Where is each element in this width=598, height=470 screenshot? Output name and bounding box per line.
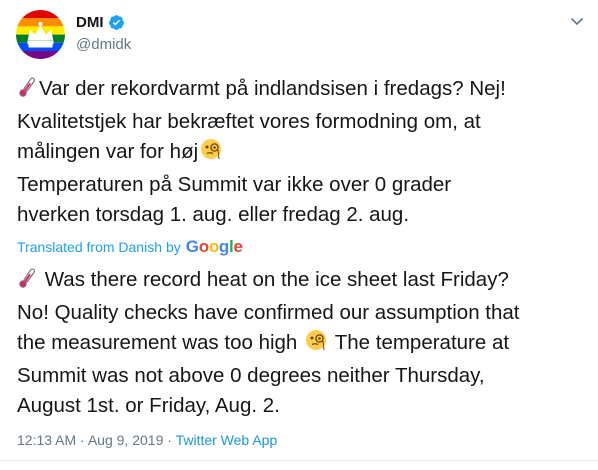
google-letter: e (233, 237, 243, 256)
google-letter: o (208, 237, 219, 256)
handle[interactable]: @dmidk (76, 36, 131, 53)
tweet-line: Summit was not above 0 degrees neither T… (17, 364, 485, 387)
face-with-monocle-emoji (304, 328, 328, 361)
tweet-date[interactable]: Aug 9, 2019 (88, 432, 164, 448)
tweet-line: Var der rekordvarmt på indlandsisen i fr… (17, 74, 587, 107)
google-logo: Google (186, 237, 243, 257)
google-letter: g (218, 237, 229, 256)
tweet-line-text: målingen var for høj (17, 140, 199, 163)
name-row[interactable]: DMI (76, 14, 125, 31)
thermometer-emoji (18, 76, 38, 107)
thermometer-emoji (18, 267, 38, 298)
translated-label[interactable]: Translated from Danish (17, 239, 162, 255)
tweet-line: August 1st. or Friday, Aug. 2. (17, 394, 280, 417)
display-name[interactable]: DMI (76, 14, 104, 31)
tweet-text-original: Var der rekordvarmt på indlandsisen i fr… (17, 74, 587, 230)
tweet-line: Was there record heat on the ice sheet l… (17, 265, 587, 298)
tweet-card: DMI @dmidk Var der rekordvarmt på indlan… (0, 0, 598, 470)
tweet-line-text: Var der rekordvarmt på indlandsisen i fr… (39, 77, 506, 100)
tweet-line: hverken torsdag 1. aug. eller fredag 2. … (17, 203, 410, 226)
avatar[interactable] (16, 10, 65, 59)
tweet-line-text: Was there record heat on the ice sheet l… (44, 268, 509, 291)
google-letter: G (185, 237, 199, 256)
face-with-monocle-emoji (199, 137, 223, 170)
tweet-meta: 12:13 AM · Aug 9, 2019 · Twitter Web App (17, 432, 277, 448)
tweet-line: the measurement was too high The tempera… (17, 328, 587, 361)
tweet-source-link[interactable]: Twitter Web App (176, 432, 278, 448)
dmi-logo-icon (16, 10, 65, 59)
divider (0, 460, 598, 461)
chevron-down-icon[interactable] (568, 12, 586, 30)
tweet-line-text: the measurement was too high (17, 331, 298, 354)
meta-separator: · (80, 432, 85, 448)
tweet-line: målingen var for høj (17, 137, 587, 170)
verified-badge-icon (108, 14, 125, 31)
translation-attribution[interactable]: Translated from Danish by Google (17, 237, 243, 257)
tweet-text-translated: Was there record heat on the ice sheet l… (17, 265, 587, 421)
translated-by: by (165, 239, 181, 255)
tweet-line: Kvalitetstjek har bekræftet vores formod… (17, 110, 481, 133)
meta-separator: · (167, 432, 172, 448)
tweet-line-text: The temperature at (334, 331, 510, 354)
google-letter: o (198, 237, 209, 256)
tweet-line: No! Quality checks have confirmed our as… (17, 301, 520, 324)
tweet-time[interactable]: 12:13 AM (17, 432, 76, 448)
tweet-line: Temperaturen på Summit var ikke over 0 g… (17, 173, 452, 196)
